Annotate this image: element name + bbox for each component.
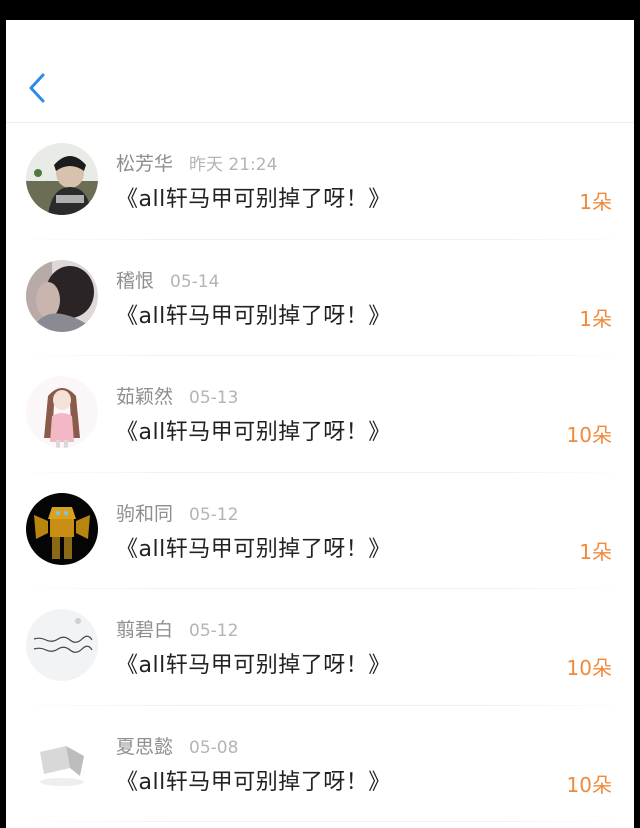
sender-name: 稽恨 <box>116 269 155 292</box>
sender-name: 松芳华 <box>116 153 174 175</box>
sender-name: 茹颖然 <box>116 386 174 408</box>
timestamp: 05-08 <box>189 737 239 758</box>
message-text: 《all轩马甲可别掉了呀！》 <box>116 187 391 212</box>
list-item[interactable]: 翦碧白 05-12 《all轩马甲可别掉了呀！》 10朵 <box>6 589 634 706</box>
back-button[interactable] <box>22 68 52 108</box>
avatar[interactable] <box>26 609 98 681</box>
gift-count: 10朵 <box>566 656 612 680</box>
gift-count: 1朵 <box>579 306 612 331</box>
list-item[interactable]: 稽恨 05-14 《all轩马甲可别掉了呀！》 1朵 <box>6 240 634 356</box>
avatar[interactable] <box>26 492 98 565</box>
divider <box>6 821 634 822</box>
avatar[interactable] <box>26 259 98 332</box>
list-item[interactable]: 茹颖然 05-13 《all轩马甲可别掉了呀！》 10朵 <box>6 356 634 473</box>
gift-record-list: 松芳华 昨天 21:24 《all轩马甲可别掉了呀！》 1朵 稽恨 05-14 <box>6 123 634 822</box>
gift-count: 1朵 <box>579 539 612 564</box>
list-item[interactable]: 驹和同 05-12 《all轩马甲可别掉了呀！》 1朵 <box>6 473 634 589</box>
sender-name: 翦碧白 <box>116 619 174 641</box>
app-screen: 松芳华 昨天 21:24 《all轩马甲可别掉了呀！》 1朵 稽恨 05-14 <box>6 20 634 828</box>
sender-name: 夏思懿 <box>116 735 174 758</box>
list-item[interactable]: 松芳华 昨天 21:24 《all轩马甲可别掉了呀！》 1朵 <box>6 123 634 240</box>
avatar[interactable] <box>26 376 98 448</box>
gift-count: 1朵 <box>579 190 612 214</box>
timestamp: 05-14 <box>170 271 220 292</box>
gift-count: 10朵 <box>566 772 612 797</box>
message-text: 《all轩马甲可别掉了呀！》 <box>116 653 391 678</box>
avatar[interactable] <box>26 143 98 215</box>
avatar[interactable] <box>26 725 98 798</box>
gift-count: 10朵 <box>566 423 612 447</box>
message-text: 《all轩马甲可别掉了呀！》 <box>116 769 391 795</box>
timestamp: 05-12 <box>189 621 239 641</box>
timestamp: 昨天 21:24 <box>189 155 278 175</box>
navigation-bar <box>6 20 634 123</box>
status-bar <box>0 0 640 20</box>
message-text: 《all轩马甲可别掉了呀！》 <box>116 303 391 329</box>
message-text: 《all轩马甲可别掉了呀！》 <box>116 420 391 445</box>
timestamp: 05-12 <box>189 504 239 525</box>
list-item[interactable]: 夏思懿 05-08 《all轩马甲可别掉了呀！》 10朵 <box>6 706 634 822</box>
timestamp: 05-13 <box>189 388 239 408</box>
sender-name: 驹和同 <box>116 502 174 525</box>
chevron-left-icon <box>29 73 45 103</box>
message-text: 《all轩马甲可别掉了呀！》 <box>116 536 391 562</box>
